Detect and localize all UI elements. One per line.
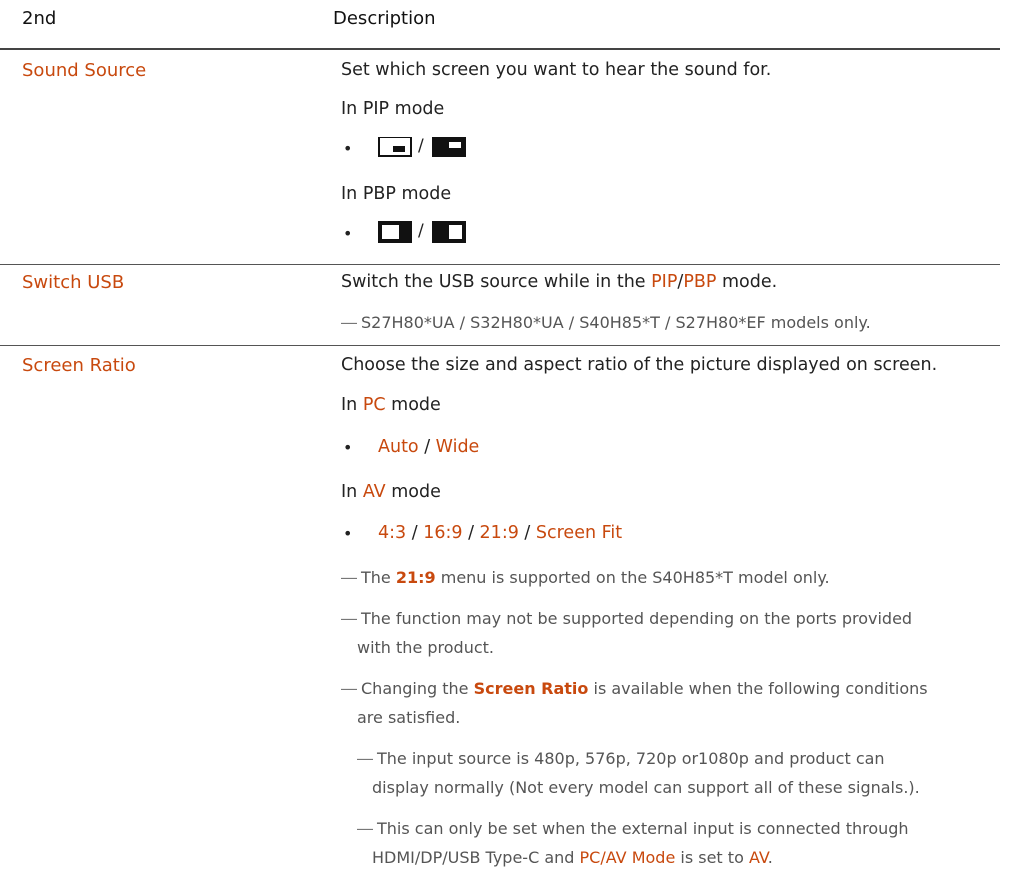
pbp-left-window-icon[interactable] xyxy=(378,221,412,243)
table-header: 2nd Description xyxy=(0,0,1000,50)
pip-main-window-icon[interactable] xyxy=(432,137,466,157)
bullet: • xyxy=(343,524,353,543)
option-screen-fit[interactable]: Screen Fit xyxy=(536,523,622,543)
sound-source-description: Set which screen you want to hear the so… xyxy=(341,60,772,80)
row-divider xyxy=(0,345,1000,346)
bullet: • xyxy=(343,438,353,457)
pip-small-window-icon[interactable] xyxy=(378,137,412,157)
header-col-2nd: 2nd xyxy=(22,8,57,29)
note-21-9: ― The 21:9 menu is supported on the S40H8… xyxy=(341,568,830,587)
header-col-description: Description xyxy=(333,8,436,29)
icon-separator: / xyxy=(418,221,424,241)
option-wide[interactable]: Wide xyxy=(436,437,480,457)
sub-note-external-input-line2: HDMI/DP/USB Type-C and PC/AV Mode is set… xyxy=(372,848,773,867)
row-name-screen-ratio[interactable]: Screen Ratio xyxy=(22,355,136,376)
row-divider xyxy=(0,264,1000,265)
bullet: • xyxy=(343,224,353,243)
row-name-sound-source[interactable]: Sound Source xyxy=(22,60,146,81)
switch-usb-description: Switch the USB source while in the PIP/P… xyxy=(341,272,778,292)
pip-mode-label: In PIP mode xyxy=(341,99,445,119)
screen-ratio-description: Choose the size and aspect ratio of the … xyxy=(341,355,938,375)
sub-note-input-source: ― The input source is 480p, 576p, 720p or… xyxy=(357,749,885,768)
bullet: • xyxy=(343,139,353,158)
pip-link[interactable]: PIP xyxy=(651,272,677,292)
pc-options-list: Auto / Wide xyxy=(378,437,480,457)
row-name-switch-usb[interactable]: Switch USB xyxy=(22,272,124,293)
option-21-9[interactable]: 21:9 xyxy=(480,523,519,543)
pbp-right-window-icon[interactable] xyxy=(432,221,466,243)
note-ports: ― The function may not be supported depen… xyxy=(341,609,913,628)
sub-note-input-source-line2: display normally (Not every model can su… xyxy=(372,778,920,797)
note-conditions-line2: are satisfied. xyxy=(357,708,461,727)
note-ports-line2: with the product. xyxy=(357,638,494,657)
av-mode-label: In AV mode xyxy=(341,482,441,502)
option-auto[interactable]: Auto xyxy=(378,437,419,457)
note-conditions: ― Changing the Screen Ratio is available … xyxy=(341,679,928,698)
icon-separator: / xyxy=(418,136,424,156)
av-options-list: 4:3 / 16:9 / 21:9 / Screen Fit xyxy=(378,523,623,543)
sub-note-external-input: ― This can only be set when the external … xyxy=(357,819,909,838)
option-4-3[interactable]: 4:3 xyxy=(378,523,406,543)
pc-mode-label: In PC mode xyxy=(341,395,441,415)
pbp-link[interactable]: PBP xyxy=(683,272,716,292)
switch-usb-note: ― S27H80*UA / S32H80*UA / S40H85*T / S27H… xyxy=(341,313,871,332)
option-16-9[interactable]: 16:9 xyxy=(423,523,462,543)
pbp-mode-label: In PBP mode xyxy=(341,184,452,204)
